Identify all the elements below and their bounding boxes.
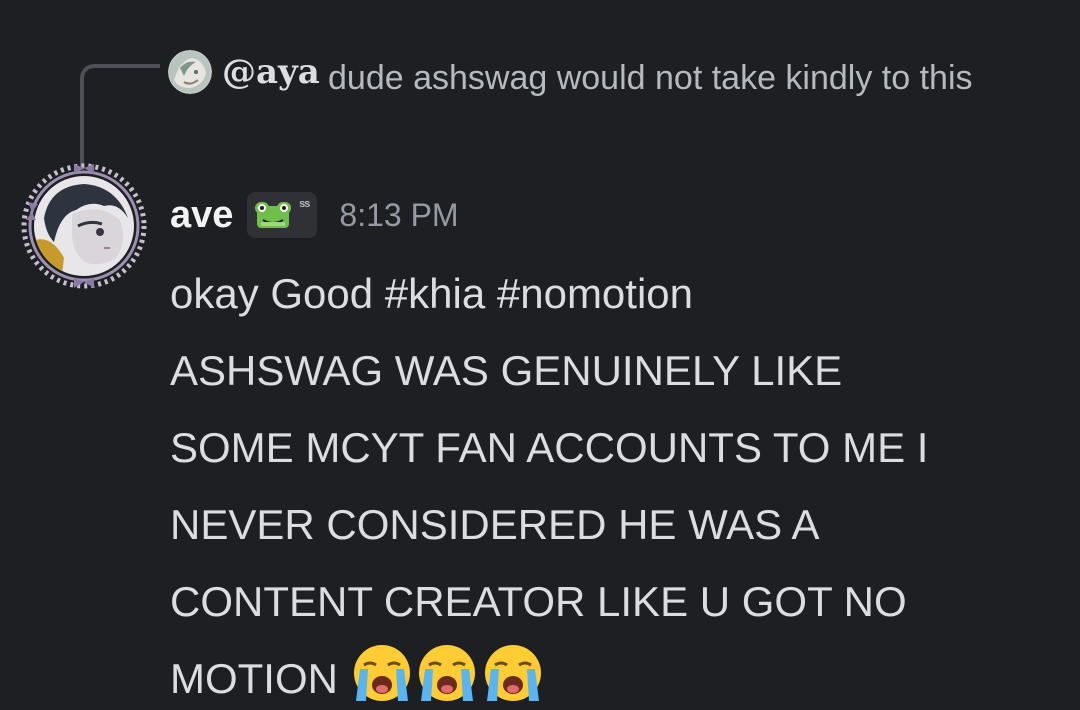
loudly-crying-face-icon[interactable] xyxy=(481,641,545,705)
message-content: okay Good #khia #nomotion ASHSWAG WAS GE… xyxy=(170,255,1070,710)
message-line: ASHSWAG WAS GENUINELY LIKE xyxy=(170,347,843,394)
message-line: CONTENT CREATOR LIKE U GOT NO xyxy=(170,578,907,625)
loudly-crying-face-icon[interactable] xyxy=(415,641,479,705)
avatar-image xyxy=(21,163,147,289)
reply-username[interactable]: @aya xyxy=(222,50,320,94)
server-tag-badge[interactable]: ss xyxy=(247,192,318,238)
chat-message: dude ashswag would not take kindly to th… xyxy=(0,0,1080,710)
message-line: SOME MCYT FAN ACCOUNTS TO ME I xyxy=(170,424,929,471)
frog-icon xyxy=(255,202,292,228)
message-line: okay Good #khia #nomotion xyxy=(170,270,694,317)
message-last-line: MOTION xyxy=(170,640,1070,710)
message-line: NEVER CONSIDERED HE WAS A xyxy=(170,501,820,548)
loudly-crying-face-icon[interactable] xyxy=(350,641,414,705)
author-name[interactable]: ave xyxy=(170,194,233,237)
message-header: ave ss 8:13 PM xyxy=(170,190,459,240)
server-tag-text: ss xyxy=(299,198,310,210)
avatar[interactable] xyxy=(20,162,148,290)
reply-message-text: dude ashswag would not take kindly to th… xyxy=(328,59,973,97)
timestamp[interactable]: 8:13 PM xyxy=(339,197,458,234)
message-line: MOTION xyxy=(170,655,338,702)
reply-connector xyxy=(80,64,160,170)
